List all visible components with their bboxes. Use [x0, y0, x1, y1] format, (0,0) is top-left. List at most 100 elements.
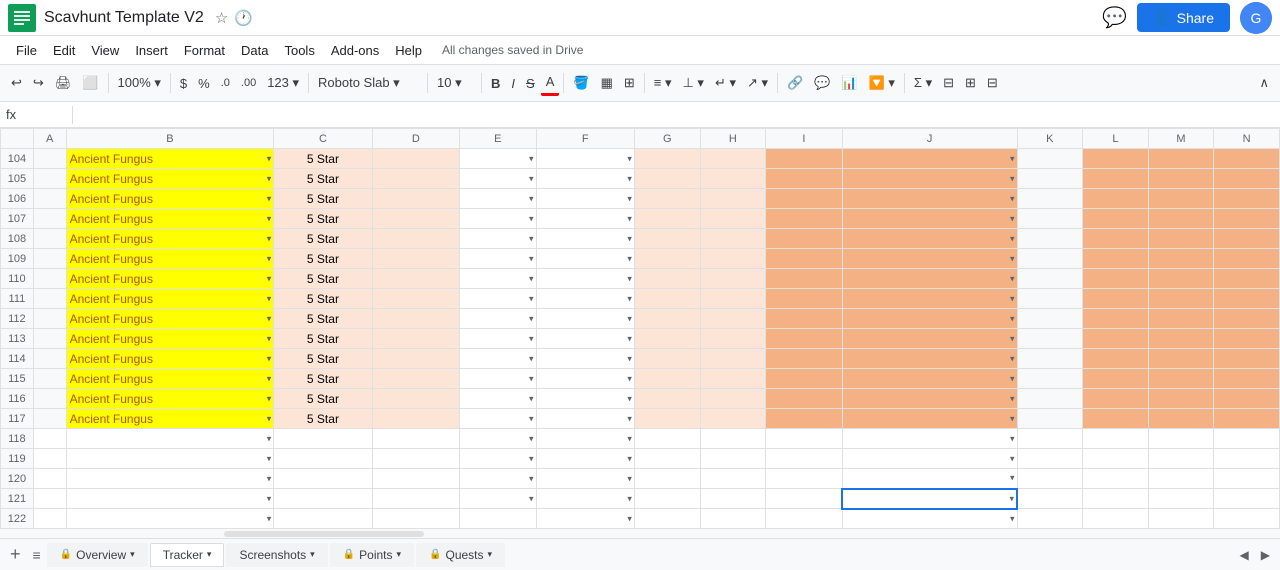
align-h-button[interactable]: ≡ ▾ [649, 71, 677, 95]
cell-m[interactable] [1148, 389, 1214, 409]
cell-m[interactable] [1148, 409, 1214, 429]
text-rotate-button[interactable]: ↗ ▾ [742, 71, 773, 95]
cell-j[interactable]: ▾ [842, 269, 1017, 289]
cell-j[interactable]: ▾ [842, 309, 1017, 329]
col-header-b[interactable]: B [66, 129, 274, 149]
dropdown-arrow[interactable]: ▾ [1010, 393, 1015, 404]
cell-m[interactable] [1148, 489, 1214, 509]
tab-points[interactable]: 🔒 Points ▾ [330, 543, 414, 567]
dropdown-arrow[interactable]: ▾ [627, 253, 632, 264]
dropdown-arrow[interactable]: ▾ [267, 393, 272, 404]
share-button[interactable]: 👤 Share [1137, 3, 1230, 32]
cell-a[interactable] [33, 369, 66, 389]
dropdown-arrow[interactable]: ▾ [627, 473, 632, 484]
row-header[interactable]: 105 [1, 169, 34, 189]
font-size-select[interactable]: 10 ▾ [432, 72, 477, 94]
cell-d[interactable] [372, 449, 459, 469]
cell-n[interactable] [1214, 209, 1280, 229]
strikethrough-button[interactable]: S [521, 72, 540, 95]
horizontal-scrollbar[interactable] [0, 528, 1280, 538]
dropdown-arrow[interactable]: ▾ [1010, 233, 1015, 244]
cell-m[interactable] [1148, 149, 1214, 169]
cell-n[interactable] [1214, 429, 1280, 449]
cell-g[interactable] [634, 269, 700, 289]
dropdown-arrow[interactable]: ▾ [267, 253, 272, 264]
cell-b[interactable]: Ancient Fungus▾ [66, 389, 274, 409]
col-header-i[interactable]: I [766, 129, 843, 149]
scroll-thumb[interactable] [224, 531, 424, 537]
dropdown-arrow[interactable]: ▾ [529, 453, 534, 464]
cell-c[interactable]: 5 Star [274, 209, 372, 229]
cell-m[interactable] [1148, 309, 1214, 329]
number-format-select[interactable]: 123 ▾ [262, 72, 304, 94]
cell-l[interactable] [1083, 249, 1149, 269]
dropdown-arrow[interactable]: ▾ [529, 173, 534, 184]
cell-g[interactable] [634, 329, 700, 349]
cell-g[interactable] [634, 309, 700, 329]
cell-g[interactable] [634, 409, 700, 429]
cell-c[interactable]: 5 Star [274, 309, 372, 329]
dropdown-arrow[interactable]: ▾ [267, 193, 272, 204]
link-button[interactable]: 🔗 [782, 71, 808, 95]
menu-addons[interactable]: Add-ons [323, 41, 387, 60]
menu-insert[interactable]: Insert [127, 41, 176, 60]
dropdown-arrow[interactable]: ▾ [1010, 253, 1015, 264]
cell-m[interactable] [1148, 169, 1214, 189]
cell-f[interactable]: ▾ [536, 309, 634, 329]
dropdown-arrow[interactable]: ▾ [627, 393, 632, 404]
cell-g[interactable] [634, 289, 700, 309]
menu-tools[interactable]: Tools [276, 41, 322, 60]
chart-button[interactable]: 📊 [836, 71, 862, 95]
cell-c[interactable] [274, 469, 372, 489]
dropdown-arrow[interactable]: ▾ [627, 333, 632, 344]
dropdown-arrow[interactable]: ▾ [627, 513, 632, 524]
cell-n[interactable] [1214, 349, 1280, 369]
cell-h[interactable] [700, 289, 766, 309]
cell-i[interactable] [766, 289, 843, 309]
cell-a[interactable] [33, 389, 66, 409]
dropdown-arrow[interactable]: ▾ [627, 213, 632, 224]
cell-d[interactable] [372, 229, 459, 249]
cell-d[interactable] [372, 169, 459, 189]
cell-h[interactable] [700, 349, 766, 369]
row-header[interactable]: 111 [1, 289, 34, 309]
cell-e[interactable]: ▾ [460, 389, 537, 409]
cell-n[interactable] [1214, 229, 1280, 249]
cell-b[interactable]: Ancient Fungus▾ [66, 289, 274, 309]
cell-a[interactable] [33, 149, 66, 169]
dropdown-arrow[interactable]: ▾ [627, 373, 632, 384]
dropdown-arrow[interactable]: ▾ [529, 253, 534, 264]
cell-i[interactable] [766, 469, 843, 489]
collapse-toolbar-button[interactable]: ∧ [1254, 71, 1274, 95]
cell-a[interactable] [33, 449, 66, 469]
cell-h[interactable] [700, 509, 766, 529]
text-wrap-button[interactable]: ↵ ▾ [710, 71, 741, 95]
cell-b[interactable]: Ancient Fungus▾ [66, 309, 274, 329]
add-sheet-button[interactable]: + [4, 540, 27, 569]
cell-m[interactable] [1148, 269, 1214, 289]
cell-a[interactable] [33, 509, 66, 529]
col-header-g[interactable]: G [634, 129, 700, 149]
cell-k[interactable] [1017, 369, 1083, 389]
cell-d[interactable] [372, 289, 459, 309]
dropdown-arrow[interactable]: ▾ [627, 233, 632, 244]
cell-e[interactable]: ▾ [460, 149, 537, 169]
dropdown-arrow[interactable]: ▾ [529, 333, 534, 344]
cell-f[interactable]: ▾ [536, 229, 634, 249]
dropdown-arrow[interactable]: ▾ [1010, 513, 1015, 524]
cell-m[interactable] [1148, 349, 1214, 369]
cell-h[interactable] [700, 369, 766, 389]
cell-c[interactable] [274, 489, 372, 509]
menu-view[interactable]: View [83, 41, 127, 60]
col-header-c[interactable]: C [274, 129, 372, 149]
cell-b[interactable]: Ancient Fungus▾ [66, 189, 274, 209]
font-select[interactable]: Roboto Slab ▾ [313, 72, 423, 94]
cell-j[interactable]: ▾ [842, 329, 1017, 349]
cell-a[interactable] [33, 429, 66, 449]
cell-f[interactable]: ▾ [536, 209, 634, 229]
col-header-k[interactable]: K [1017, 129, 1083, 149]
row-header[interactable]: 107 [1, 209, 34, 229]
dropdown-arrow[interactable]: ▾ [267, 313, 272, 324]
merge-button[interactable]: ⊞ [619, 71, 640, 95]
group-button[interactable]: ⊞ [960, 71, 981, 95]
